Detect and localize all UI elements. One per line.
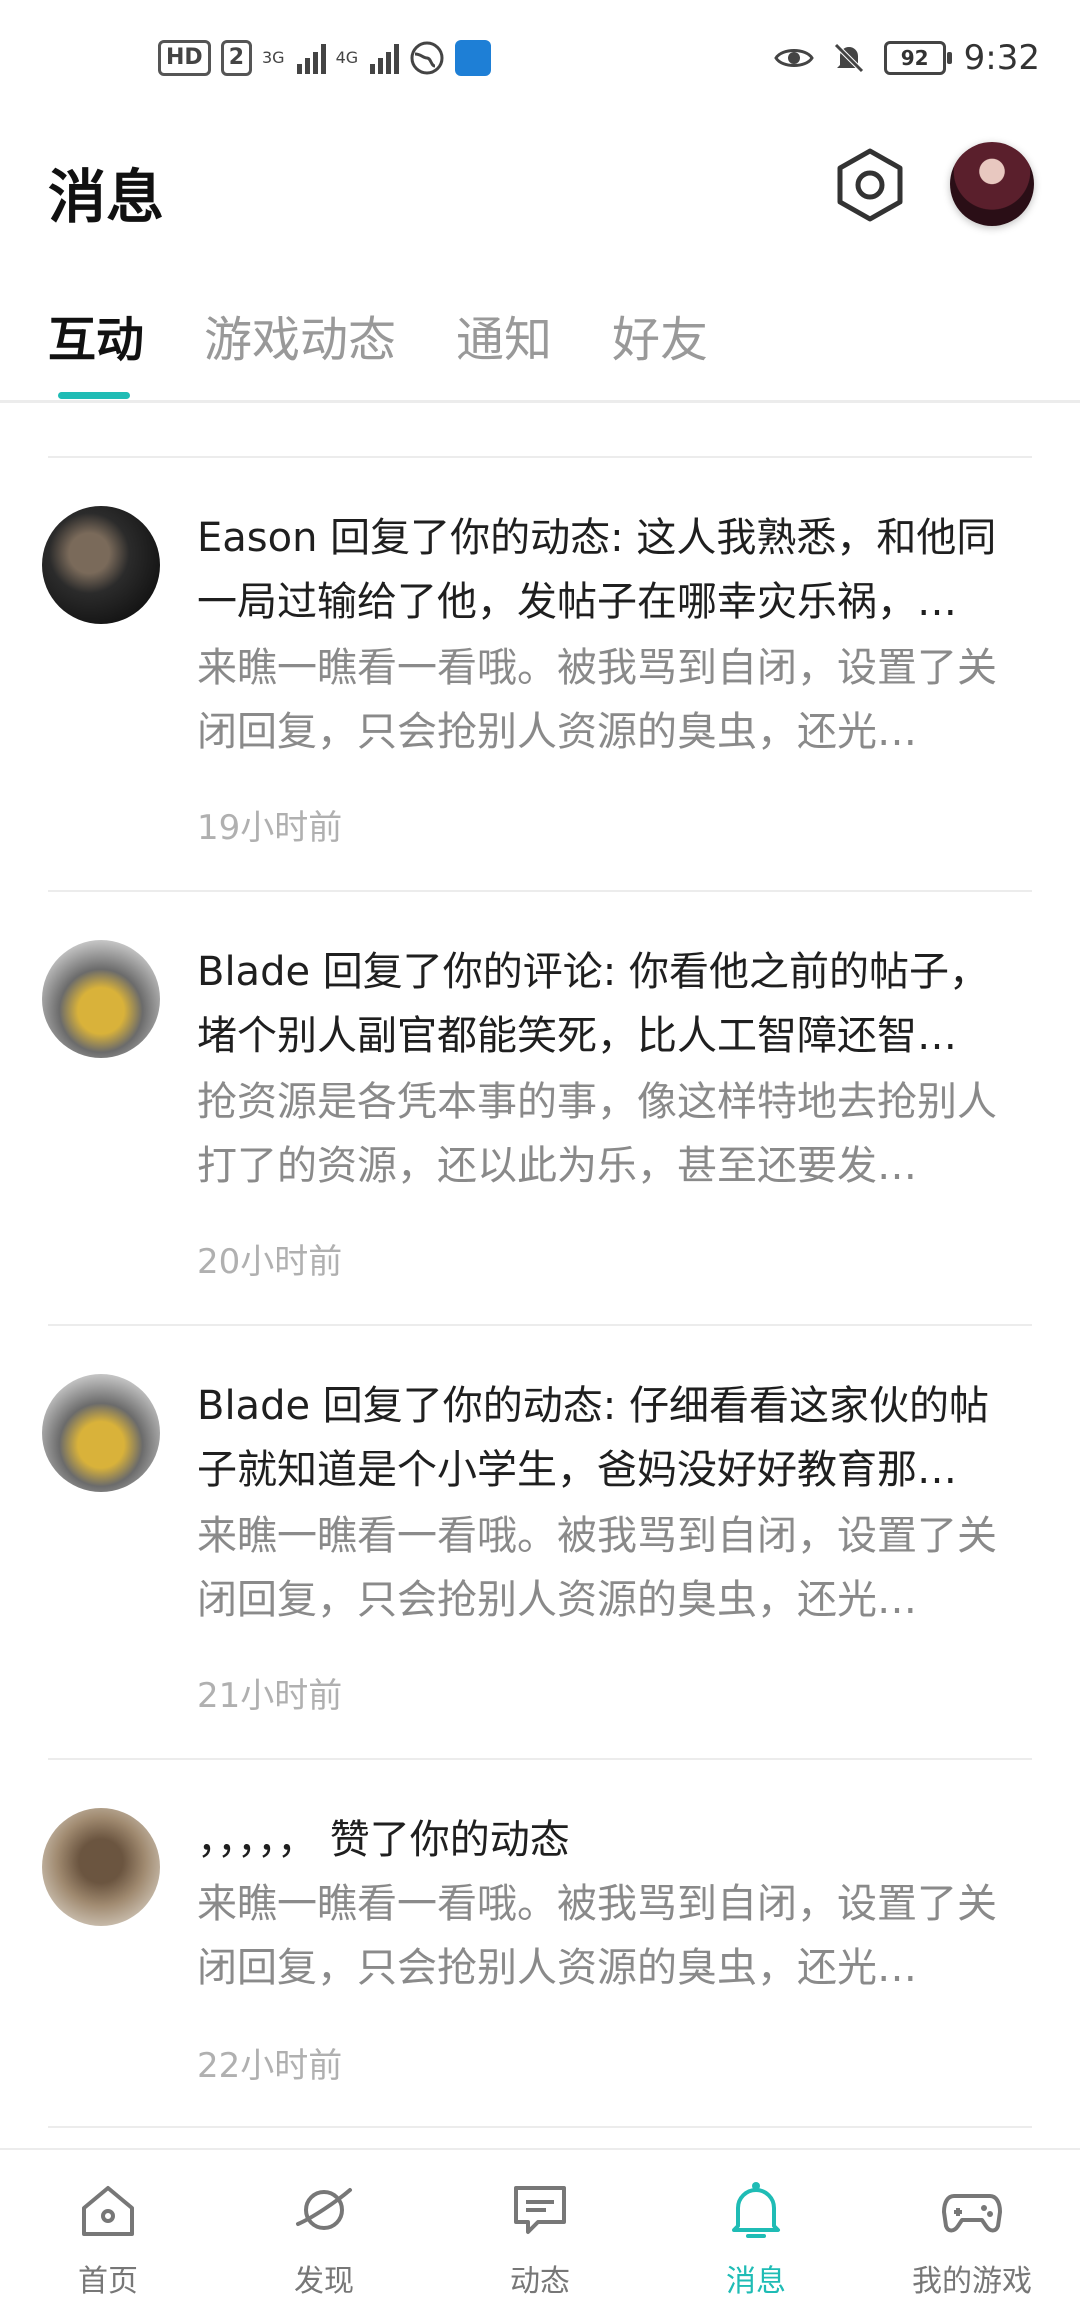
avatar[interactable] [42,1808,160,1926]
status-bar: HD 2 3G 4G 92 9:32 [0,0,1080,120]
nav-label: 首页 [78,2264,138,2299]
network-type-1: 3G [262,48,285,67]
user-avatar[interactable] [950,142,1034,226]
message-time: 20小时前 [197,1242,343,1282]
nav-home[interactable]: 首页 [0,2150,216,2312]
message-quote: 来瞧一瞧看一看哦。被我骂到自闭，设置了关闭回复，只会抢别人资源的臭虫，还光… [197,1881,997,1991]
vpn-globe-icon [410,41,444,75]
avatar[interactable] [42,940,160,1058]
chat-icon [514,2186,566,2234]
status-bar-right: 92 9:32 [773,38,1040,78]
planet-icon [296,2188,352,2230]
avatar[interactable] [42,506,160,624]
clock: 9:32 [963,38,1040,78]
bell-icon [732,2182,780,2238]
divider [48,2126,1032,2128]
sim-indicator: 2 [220,40,252,76]
settings-hexagon-icon[interactable] [830,145,910,225]
divider [48,1758,1032,1760]
message-title: Eason 回复了你的动态: 这人我熟悉，和他同一局过输给了他，发帖子在哪幸灾乐… [197,515,997,625]
eye-icon [773,49,814,67]
message-title: Blade 回复了你的评论: 你看他之前的帖子，堵个别人副官都能笑死，比人工智障… [197,949,989,1059]
home-icon [82,2186,134,2236]
message-quote: 来瞧一瞧看一看哦。被我骂到自闭，设置了关闭回复，只会抢别人资源的臭虫，还光… [197,645,997,755]
tab-interaction[interactable]: 互动 [48,300,144,370]
nav-messages[interactable]: 消息 [648,2150,864,2312]
tabs-divider [0,400,1080,403]
bottom-navigation: 首页 发现 动态 消息 我的游戏 [0,2148,1080,2312]
nav-label: 发现 [294,2264,354,2299]
tab-friends[interactable]: 好友 [612,300,708,370]
divider [48,456,1032,458]
nav-label: 动态 [510,2264,570,2299]
signal-icon [296,42,326,74]
message-quote: 抢资源是各凭本事的事，像这样特地去抢别人打了的资源，还以此为乐，甚至还要发… [197,1079,997,1189]
message-title: Blade 回复了你的动态: 仔细看看这家伙的帖子就知道是个小学生，爸妈没好好教… [197,1383,989,1493]
message-time: 21小时前 [197,1676,343,1716]
network-type-2: 4G [335,48,359,67]
tab-notifications[interactable]: 通知 [456,300,552,370]
message-tabs: 互动 游戏动态 通知 好友 [48,300,708,370]
weather-app-icon [455,40,492,76]
nav-feed[interactable]: 动态 [432,2150,648,2312]
hd-indicator: HD [158,40,211,76]
tab-game-activity[interactable]: 游戏动态 [204,300,396,370]
avatar[interactable] [42,1374,160,1492]
gamepad-icon [942,2194,1002,2233]
message-title: ，，，，， 赞了你的动态 [197,1817,570,1863]
nav-label: 消息 [726,2264,786,2299]
tab-active-indicator [58,392,130,399]
battery-indicator: 92 [883,41,952,75]
message-time: 19小时前 [197,808,343,848]
nav-label: 我的游戏 [912,2264,1032,2299]
divider [48,890,1032,892]
divider [48,1324,1032,1326]
page-title: 消息 [48,163,165,231]
nav-discover[interactable]: 发现 [216,2150,432,2312]
nav-my-games[interactable]: 我的游戏 [864,2150,1080,2312]
message-time: 22小时前 [197,2046,343,2086]
message-quote: 来瞧一瞧看一看哦。被我骂到自闭，设置了关闭回复，只会抢别人资源的臭虫，还光… [197,1513,997,1623]
signal-icon [370,42,400,74]
status-bar-left: HD 2 3G 4G [158,40,492,76]
mute-bell-icon [833,43,864,73]
